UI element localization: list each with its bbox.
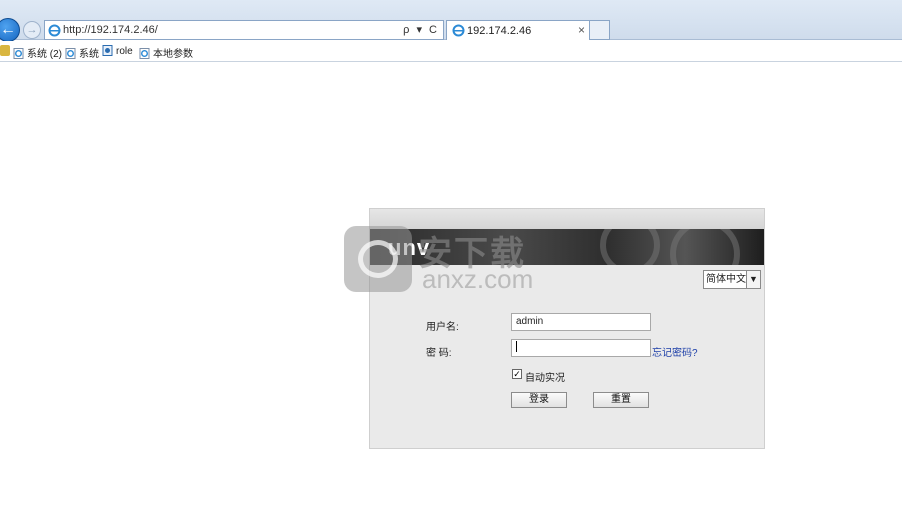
back-button[interactable]: ← [0,18,20,42]
favorite-item[interactable]: 本地参数 [139,45,193,60]
auto-live-label: 自动实况 [525,373,565,384]
brand-logo: unv [388,235,431,260]
password-label: 密 码: [426,348,452,359]
reset-button[interactable]: 重置 [593,392,649,408]
text-caret [516,341,517,352]
favorites-star-icon[interactable] [0,45,10,56]
chevron-down-icon[interactable]: ▼ [746,271,760,288]
ie-page-icon [65,48,76,59]
page-icon [102,45,113,56]
camera-lens-graphic [600,229,660,265]
tab-current[interactable]: 192.174.2.46 × [446,20,590,40]
forgot-password-link[interactable]: 忘记密码? [652,344,698,359]
back-arrow-icon: ← [0,21,16,38]
camera-lens-graphic [670,229,740,265]
search-refresh-icons[interactable]: ρ ▾ C [403,23,439,36]
login-button[interactable]: 登录 [511,392,567,408]
forward-button[interactable]: → [23,21,41,39]
language-select[interactable]: 简体中文 ▼ [703,270,761,289]
ie-logo-icon [452,24,465,37]
favorite-item[interactable]: role [102,45,133,57]
favorite-item[interactable]: 系统 [65,45,99,60]
username-field[interactable]: admin [511,313,651,331]
browser-toolbar: ← → http://192.174.2.46/ ρ ▾ C 192.174.2… [0,0,902,42]
address-text: http://192.174.2.46/ [63,24,158,36]
favorite-item[interactable]: 系统 (2) [13,45,62,60]
forward-arrow-icon: → [26,24,38,36]
address-bar[interactable]: http://192.174.2.46/ ρ ▾ C [44,20,444,40]
password-field[interactable] [511,339,651,357]
tab-title: 192.174.2.46 [467,25,532,37]
brand-banner: unv [370,229,764,265]
ie-logo-icon [48,24,61,37]
close-icon[interactable]: × [578,23,585,37]
panel-header [370,209,764,229]
auto-live-checkbox[interactable]: ✓ [512,369,522,379]
ie-page-icon [139,48,150,59]
language-value: 简体中文 [706,274,746,285]
ie-page-icon [13,48,24,59]
login-panel: unv 简体中文 ▼ 用户名: admin 密 码: 忘记密码? ✓ 自动实况 … [369,208,765,449]
username-label: 用户名: [426,322,459,333]
favorites-bar: 系统 (2) 系统 role 本地参数 [0,41,902,62]
new-tab-button[interactable] [590,20,610,40]
